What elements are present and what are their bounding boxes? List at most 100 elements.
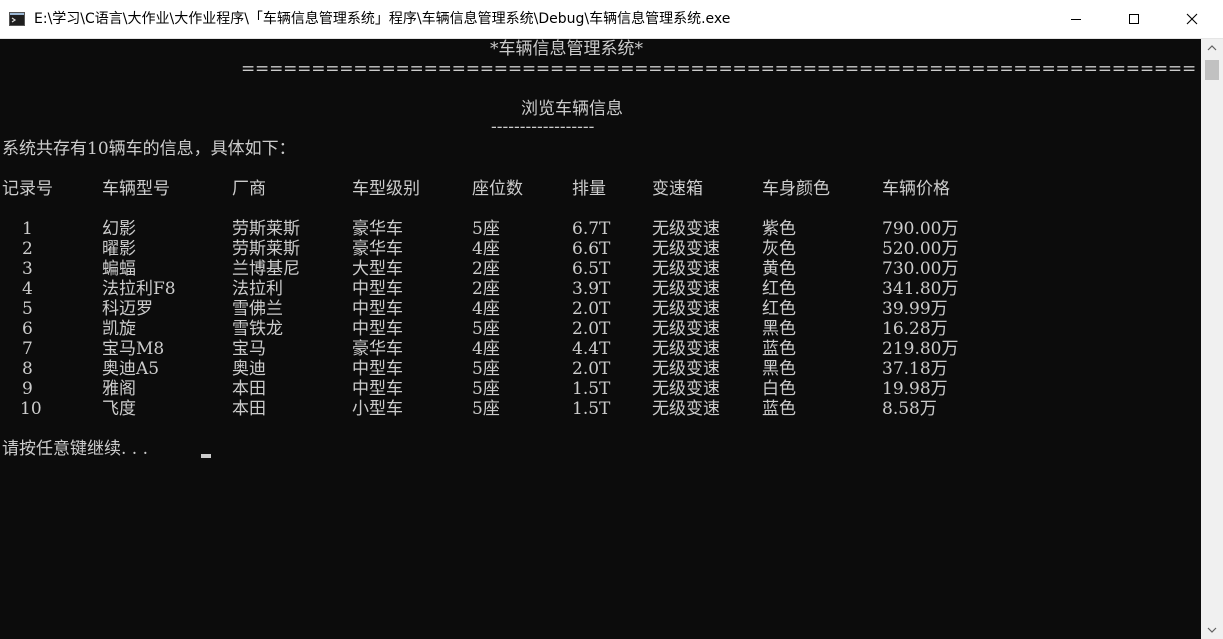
cell-class: 中型车 bbox=[352, 319, 403, 339]
cell-gearbox: 无级变速 bbox=[652, 259, 720, 279]
cell-displacement: 4.4T bbox=[572, 339, 611, 359]
cell-class: 中型车 bbox=[352, 279, 403, 299]
cell-displacement: 1.5T bbox=[572, 379, 611, 399]
column-header-seats: 座位数 bbox=[472, 179, 523, 199]
column-header-displacement: 排量 bbox=[572, 179, 606, 199]
cell-color: 蓝色 bbox=[762, 399, 796, 419]
cell-seats: 4座 bbox=[472, 299, 500, 319]
cell-seats: 4座 bbox=[472, 239, 500, 259]
console-output[interactable]: *车辆信息管理系统* =============================… bbox=[0, 39, 1201, 639]
cell-seats: 4座 bbox=[472, 339, 500, 359]
cell-seats: 5座 bbox=[472, 359, 500, 379]
cell-price: 16.28万 bbox=[882, 319, 948, 339]
cell-class: 小型车 bbox=[352, 399, 403, 419]
minimize-icon bbox=[1071, 19, 1081, 20]
cell-gearbox: 无级变速 bbox=[652, 299, 720, 319]
cell-price: 19.98万 bbox=[882, 379, 948, 399]
column-header-maker: 厂商 bbox=[232, 179, 266, 199]
cell-class: 大型车 bbox=[352, 259, 403, 279]
scroll-down-button[interactable] bbox=[1201, 621, 1223, 639]
cell-gearbox: 无级变速 bbox=[652, 379, 720, 399]
cell-price: 219.80万 bbox=[882, 339, 959, 359]
cell-maker: 奥迪 bbox=[232, 359, 266, 379]
column-header-price: 车辆价格 bbox=[882, 179, 950, 199]
scrollbar-thumb[interactable] bbox=[1205, 60, 1219, 80]
cell-record-no: 2 bbox=[22, 239, 33, 259]
cell-model: 宝马M8 bbox=[102, 339, 165, 359]
cell-displacement: 6.5T bbox=[572, 259, 611, 279]
cell-maker: 兰博基尼 bbox=[232, 259, 300, 279]
cell-class: 中型车 bbox=[352, 299, 403, 319]
column-header-class: 车型级别 bbox=[352, 179, 420, 199]
cell-record-no: 7 bbox=[22, 339, 33, 359]
cell-gearbox: 无级变速 bbox=[652, 359, 720, 379]
console-app-icon bbox=[9, 12, 25, 26]
cell-gearbox: 无级变速 bbox=[652, 319, 720, 339]
cell-color: 红色 bbox=[762, 279, 796, 299]
cell-color: 红色 bbox=[762, 299, 796, 319]
cell-price: 341.80万 bbox=[882, 279, 959, 299]
cell-seats: 5座 bbox=[472, 319, 500, 339]
cell-record-no: 9 bbox=[22, 379, 33, 399]
cell-record-no: 6 bbox=[22, 319, 33, 339]
column-header-model: 车辆型号 bbox=[102, 179, 170, 199]
cell-class: 中型车 bbox=[352, 359, 403, 379]
cell-displacement: 6.6T bbox=[572, 239, 611, 259]
cell-gearbox: 无级变速 bbox=[652, 279, 720, 299]
window-title: E:\学习\C语言\大作业\大作业程序\「车辆信息管理系统」程序\车辆信息管理系… bbox=[34, 11, 731, 27]
cell-model: 奥迪A5 bbox=[102, 359, 160, 379]
cell-color: 黑色 bbox=[762, 319, 796, 339]
system-title: *车辆信息管理系统* bbox=[490, 39, 643, 59]
cell-model: 幻影 bbox=[102, 219, 136, 239]
summary-text: 系统共存有10辆车的信息，具体如下： bbox=[2, 139, 296, 159]
cell-seats: 2座 bbox=[472, 259, 500, 279]
cell-model: 科迈罗 bbox=[102, 299, 153, 319]
chevron-up-icon bbox=[1207, 45, 1217, 51]
cell-class: 豪华车 bbox=[352, 219, 403, 239]
cell-price: 730.00万 bbox=[882, 259, 959, 279]
column-header-record-no: 记录号 bbox=[2, 179, 53, 199]
maximize-button[interactable] bbox=[1105, 0, 1163, 38]
cell-maker: 法拉利 bbox=[232, 279, 283, 299]
cell-maker: 雪铁龙 bbox=[232, 319, 283, 339]
cell-gearbox: 无级变速 bbox=[652, 239, 720, 259]
cell-seats: 5座 bbox=[472, 219, 500, 239]
cell-record-no: 8 bbox=[22, 359, 33, 379]
cell-record-no: 5 bbox=[22, 299, 33, 319]
cell-displacement: 3.9T bbox=[572, 279, 611, 299]
column-header-gearbox: 变速箱 bbox=[652, 179, 703, 199]
cell-model: 雅阁 bbox=[102, 379, 136, 399]
cell-color: 黄色 bbox=[762, 259, 796, 279]
cell-maker: 本田 bbox=[232, 399, 266, 419]
cell-gearbox: 无级变速 bbox=[652, 219, 720, 239]
cell-seats: 5座 bbox=[472, 379, 500, 399]
cell-seats: 5座 bbox=[472, 399, 500, 419]
cell-maker: 劳斯莱斯 bbox=[232, 219, 300, 239]
section-rule: ------------------ bbox=[491, 117, 595, 137]
title-bar[interactable]: E:\学习\C语言\大作业\大作业程序\「车辆信息管理系统」程序\车辆信息管理系… bbox=[0, 0, 1223, 39]
cell-model: 法拉利F8 bbox=[102, 279, 176, 299]
cell-price: 520.00万 bbox=[882, 239, 959, 259]
cell-color: 紫色 bbox=[762, 219, 796, 239]
close-icon bbox=[1186, 13, 1198, 25]
cell-displacement: 2.0T bbox=[572, 319, 611, 339]
cell-gearbox: 无级变速 bbox=[652, 339, 720, 359]
cell-maker: 宝马 bbox=[232, 339, 266, 359]
continue-prompt: 请按任意键继续. . . bbox=[2, 439, 149, 459]
cell-model: 飞度 bbox=[102, 399, 136, 419]
cell-color: 灰色 bbox=[762, 239, 796, 259]
close-button[interactable] bbox=[1163, 0, 1221, 38]
cell-price: 8.58万 bbox=[882, 399, 937, 419]
cell-model: 凯旋 bbox=[102, 319, 136, 339]
cell-class: 豪华车 bbox=[352, 239, 403, 259]
minimize-button[interactable] bbox=[1047, 0, 1105, 38]
cell-record-no: 3 bbox=[22, 259, 33, 279]
cell-displacement: 1.5T bbox=[572, 399, 611, 419]
cell-maker: 本田 bbox=[232, 379, 266, 399]
vertical-scrollbar[interactable] bbox=[1201, 39, 1223, 639]
cell-class: 中型车 bbox=[352, 379, 403, 399]
section-title: 浏览车辆信息 bbox=[521, 99, 623, 119]
cell-price: 790.00万 bbox=[882, 219, 959, 239]
scroll-up-button[interactable] bbox=[1201, 39, 1223, 57]
cell-record-no: 4 bbox=[22, 279, 33, 299]
